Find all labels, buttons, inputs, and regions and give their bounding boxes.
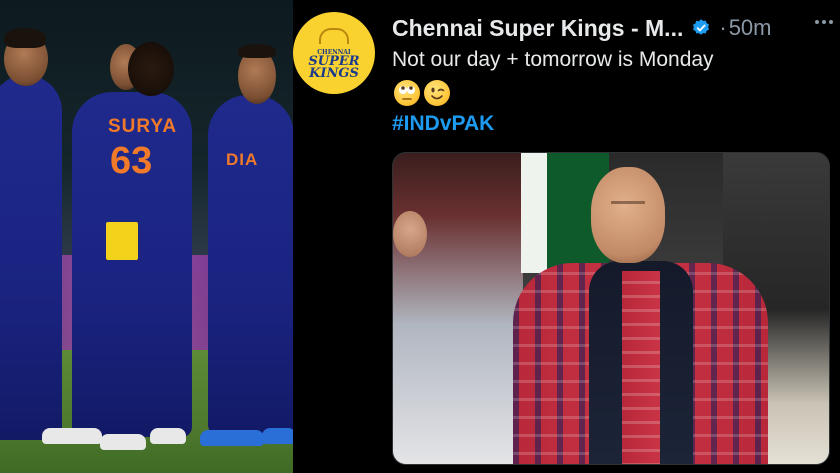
ellipsis-icon[interactable] <box>812 10 836 40</box>
player-surya-head <box>128 42 174 96</box>
player-right-hair <box>238 44 276 58</box>
background-spectator <box>393 211 427 257</box>
player-left-hair <box>4 28 46 48</box>
tweet-text: Not our day + tomorrow is Monday <box>392 48 714 71</box>
wink-emoji-icon <box>424 80 450 106</box>
emoji-row <box>394 80 450 106</box>
avatar-logo-text: CHENNAI SUPER KINGS <box>308 49 359 80</box>
jersey-number: 63 <box>110 140 153 182</box>
shoe <box>262 428 293 444</box>
lion-crest-icon <box>319 28 349 44</box>
team-photo: SURYA 63 DIA <box>0 0 293 473</box>
player-right <box>208 95 293 435</box>
fan-shirt-center <box>622 271 660 464</box>
author-name[interactable]: Chennai Super Kings - M... <box>392 15 683 42</box>
shoe <box>42 428 102 444</box>
player-left <box>0 75 62 440</box>
tweet-header: Chennai Super Kings - M... · 50m <box>392 13 771 43</box>
fan-eyebrows <box>611 201 645 204</box>
fan-head <box>591 167 665 263</box>
avatar-label-line2: KINGS <box>309 65 359 81</box>
separator-dot: · <box>719 15 727 40</box>
flag-white-stripe <box>521 153 547 273</box>
tweet-card[interactable]: CHENNAI SUPER KINGS Chennai Super Kings … <box>293 0 840 473</box>
shoe <box>100 434 146 450</box>
shoe <box>200 430 264 446</box>
rolling-eyes-emoji-icon <box>394 80 420 106</box>
yellow-towel <box>106 222 138 260</box>
jersey-name: SURYA <box>108 116 178 137</box>
timestamp[interactable]: 50m <box>729 15 772 41</box>
crowd-left <box>393 153 523 464</box>
jersey-partial-text: DIA <box>226 150 259 169</box>
hashtag-link[interactable]: #INDvPAK <box>392 112 494 136</box>
tweet-media-image[interactable] <box>392 152 830 465</box>
author-avatar[interactable]: CHENNAI SUPER KINGS <box>293 12 375 94</box>
verified-badge-icon <box>691 18 711 38</box>
shoe <box>150 428 186 444</box>
